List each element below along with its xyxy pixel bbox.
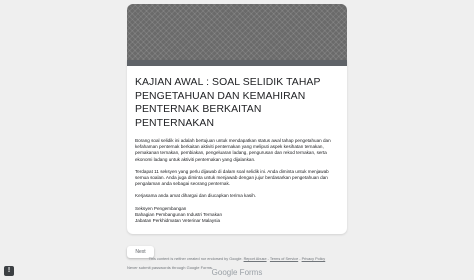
description-paragraph-3: Kerjasama anda amat dihargai dan diucapk… xyxy=(135,193,257,199)
google-forms-logo[interactable]: Google Forms xyxy=(0,268,474,277)
terms-of-service-link[interactable]: Terms of Service xyxy=(270,257,298,261)
form-title: KAJIAN AWAL : SOAL SELIDIK TAHAP PENGETA… xyxy=(135,77,321,129)
footer-notice: This content is neither created nor endo… xyxy=(148,257,243,261)
form-description: Borang soal selidik ini adalah bertujuan… xyxy=(135,138,339,224)
signature-line-3: Jabatan Perkhidmatan Veterinar Malaysia xyxy=(135,218,221,224)
header-banner xyxy=(127,4,347,60)
privacy-policy-link[interactable]: Privacy Policy xyxy=(302,257,326,261)
form-container: KAJIAN AWAL : SOAL SELIDIK TAHAP PENGETA… xyxy=(127,4,347,270)
signature-block: Seksyen Pengembangan Bahagian Pembanguna… xyxy=(135,206,339,225)
description-paragraph-2: Terdapat 11 seksyen yang perlu dijawab d… xyxy=(135,168,329,187)
footer-disclaimer: This content is neither created nor endo… xyxy=(0,257,474,261)
form-header-card: KAJIAN AWAL : SOAL SELIDIK TAHAP PENGETA… xyxy=(127,60,347,235)
description-paragraph-1: Borang soal selidik ini adalah bertujuan… xyxy=(135,138,331,162)
report-problem-icon[interactable]: ! xyxy=(4,266,14,276)
report-abuse-link[interactable]: Report Abuse xyxy=(244,257,267,261)
button-row: Next xyxy=(127,240,347,259)
